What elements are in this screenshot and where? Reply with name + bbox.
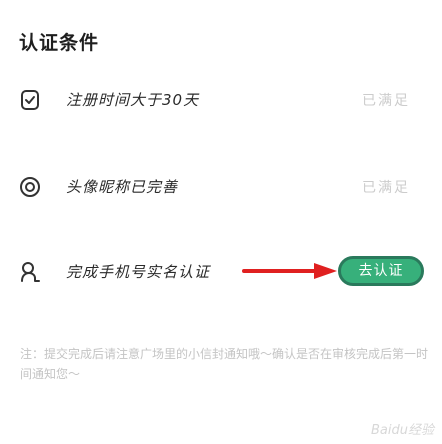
user-icon [19,261,41,283]
verification-page: 认证条件 注册时间大于30天 已满足 头像昵称已完善 已满足 完成手机号实名认证… [0,0,442,444]
condition-row-register-time: 注册时间大于30天 已满足 [0,80,442,120]
watermark: Baidu经验 [371,423,434,438]
target-icon [19,176,41,198]
section-title: 认证条件 [19,32,100,54]
condition-label: 头像昵称已完善 [66,178,179,196]
condition-label: 完成手机号实名认证 [66,263,211,281]
footer-note: 注：提交完成后请注意广场里的小信封通知哦～确认是否在审核完成后第一时间通知您～ [20,347,429,381]
arrow-right-icon [242,263,337,279]
shield-check-icon [19,89,41,111]
condition-row-avatar-nickname: 头像昵称已完善 已满足 [0,167,442,207]
status-text: 已满足 [362,93,410,109]
condition-label: 注册时间大于30天 [66,91,200,109]
status-text: 已满足 [362,180,410,196]
go-verify-button[interactable]: 去认证 [338,256,424,286]
